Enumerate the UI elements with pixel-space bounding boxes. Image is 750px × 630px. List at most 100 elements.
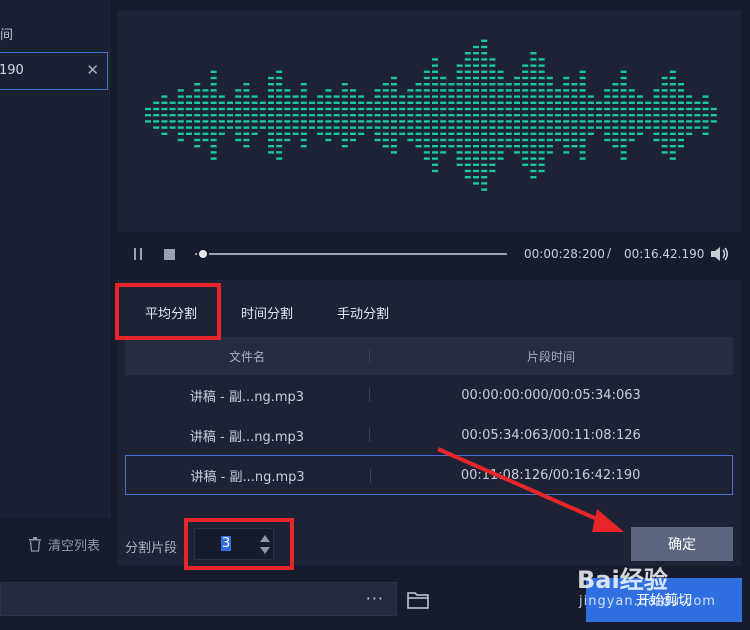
waveform-bar [432,132,438,135]
waveform-bar [497,70,504,73]
waveform-panel [117,10,741,232]
clear-list-button[interactable]: 清空列表 [28,535,100,554]
waveform-bar [579,89,586,92]
more-options-button[interactable]: ··· [366,589,384,608]
waveform-bar [382,126,389,129]
waveform-bar [276,132,283,135]
waveform-bar [546,132,553,135]
waveform-bar [530,126,537,129]
waveform-bar [169,107,176,111]
waveform-bar [186,132,192,135]
waveform-bar [456,89,463,92]
waveform-bar [563,89,570,92]
waveform-bar [399,95,406,98]
waveform-bar [563,126,570,129]
waveform-bar [620,70,627,73]
waveform-bar [440,76,447,80]
waveform-bar [596,114,602,117]
tab-time-split[interactable]: 时间分割 [241,303,293,322]
waveform-bar [177,120,184,123]
waveform-bar [251,107,258,111]
waveform-bar [596,126,602,129]
waveform-bar [604,107,611,111]
waveform-bar [432,76,438,80]
waveform-bar [309,120,315,123]
waveform-bar [243,83,250,86]
waveform-bar [210,132,217,135]
start-cut-button[interactable]: 开始剪切 [586,578,742,622]
progress-handle[interactable] [197,248,209,260]
file-duration: 190 [0,63,24,78]
waveform-bar [669,76,676,80]
waveform-bar [678,89,684,92]
waveform-bar [538,101,545,104]
waveform-bar [637,120,643,123]
waveform-bar [546,138,553,142]
folder-icon[interactable] [407,590,429,610]
stop-icon[interactable] [164,249,175,260]
waveform-bar [678,126,684,129]
waveform-bar [243,101,250,104]
waveform-bar [423,95,430,98]
waveform-bar [284,107,291,111]
table-row[interactable]: 讲稿 - 副...ng.mp3 00:00:00:000/00:05:34:06… [125,375,733,415]
waveform-bar [530,101,537,104]
waveform-bar [579,151,586,154]
waveform-bar [341,126,348,129]
waveform-bar [669,70,676,73]
output-path-input[interactable]: ··· [0,582,397,616]
waveform-bar [538,138,545,142]
waveform-bar [284,138,291,142]
waveform-bar [587,120,594,123]
waveform-bar [678,83,684,86]
file-list-item[interactable]: 190 ✕ [0,52,108,90]
waveform-bar [432,151,438,154]
waveform-bar [579,126,586,129]
waveform-bar [333,107,340,111]
waveform-bar [530,70,537,73]
waveform-bar [596,107,602,111]
waveform-bar [227,114,233,117]
waveform-bar [489,64,496,67]
trash-icon [29,537,41,552]
waveform-bar [620,126,627,129]
waveform-bar [243,114,250,117]
waveform-bar [177,138,184,142]
waveform-bar [481,188,488,191]
waveform-bar [333,120,340,123]
close-icon[interactable]: ✕ [86,61,99,79]
waveform-bar [464,101,471,104]
table-row[interactable]: 讲稿 - 副...ng.mp3 00:05:34:063/00:11:08:12… [125,415,733,455]
waveform-bar [341,101,348,104]
waveform-bar [579,95,586,98]
waveform-bar [432,58,438,61]
waveform-bar [300,101,307,104]
waveform-bar [432,95,438,98]
waveform-bar [579,101,586,104]
waveform-bar [407,120,414,123]
waveform-bar [317,95,324,98]
waveform-bar [251,132,258,135]
waveform-bar [686,114,693,117]
waveform-bar [661,120,668,123]
waveform-bar [350,95,356,98]
waveform-bar [341,145,348,148]
waveform-bar [694,126,701,129]
waveform-bar [202,132,209,135]
waveform-bar [571,83,578,86]
waveform-bar [612,83,619,86]
waveform-bar [637,101,643,104]
progress-track[interactable] [195,253,507,255]
waveform-bar [415,126,422,129]
waveform-bar [382,89,389,92]
waveform-bar [464,157,471,160]
waveform-bar [202,114,209,117]
waveform-bar [653,95,660,98]
pause-icon[interactable] [133,248,145,262]
waveform-bar [571,145,578,148]
confirm-button[interactable]: 确定 [631,527,733,561]
tab-manual-split[interactable]: 手动分割 [337,303,389,322]
volume-icon[interactable] [710,245,730,263]
table-row-selected[interactable]: 讲稿 - 副...ng.mp3 00:11:08:126/00:16:42:19… [125,455,733,495]
waveform-bar [473,138,479,142]
